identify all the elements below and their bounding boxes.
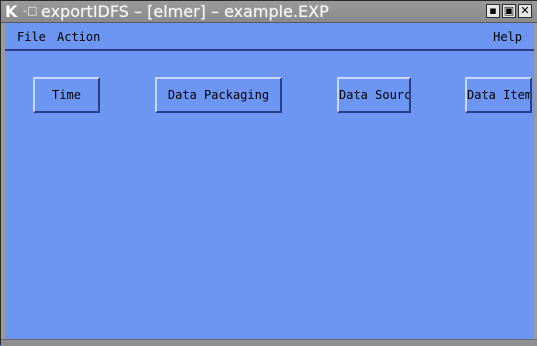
main-window: K -□ exportIDFS – [elmer] – example.EXP … [0, 0, 537, 346]
data-items-button[interactable]: Data Items [465, 77, 532, 113]
maximize-icon: ▣ [503, 4, 515, 17]
main-panel: Time Data Packaging Data Source Data Ite… [5, 52, 534, 339]
minimize-button[interactable]: ▪ [486, 4, 500, 18]
data-packaging-button[interactable]: Data Packaging [155, 77, 282, 113]
kde-app-icon[interactable]: K [5, 3, 21, 20]
menu-bar: File Action Help [5, 24, 534, 51]
minimize-icon: ▪ [489, 4, 497, 17]
menu-action[interactable]: Action [57, 29, 100, 45]
pin-icon[interactable]: -□ [23, 4, 39, 18]
maximize-button[interactable]: ▣ [502, 4, 516, 18]
close-button[interactable]: ✕ [518, 4, 532, 18]
time-button[interactable]: Time [33, 77, 100, 113]
window-title: exportIDFS – [elmer] – example.EXP [41, 2, 329, 21]
data-source-button[interactable]: Data Source [337, 77, 411, 113]
menu-help[interactable]: Help [493, 29, 522, 45]
menu-file[interactable]: File [17, 29, 46, 45]
close-icon: ✕ [520, 4, 530, 17]
title-bar[interactable]: K -□ exportIDFS – [elmer] – example.EXP … [1, 1, 537, 23]
